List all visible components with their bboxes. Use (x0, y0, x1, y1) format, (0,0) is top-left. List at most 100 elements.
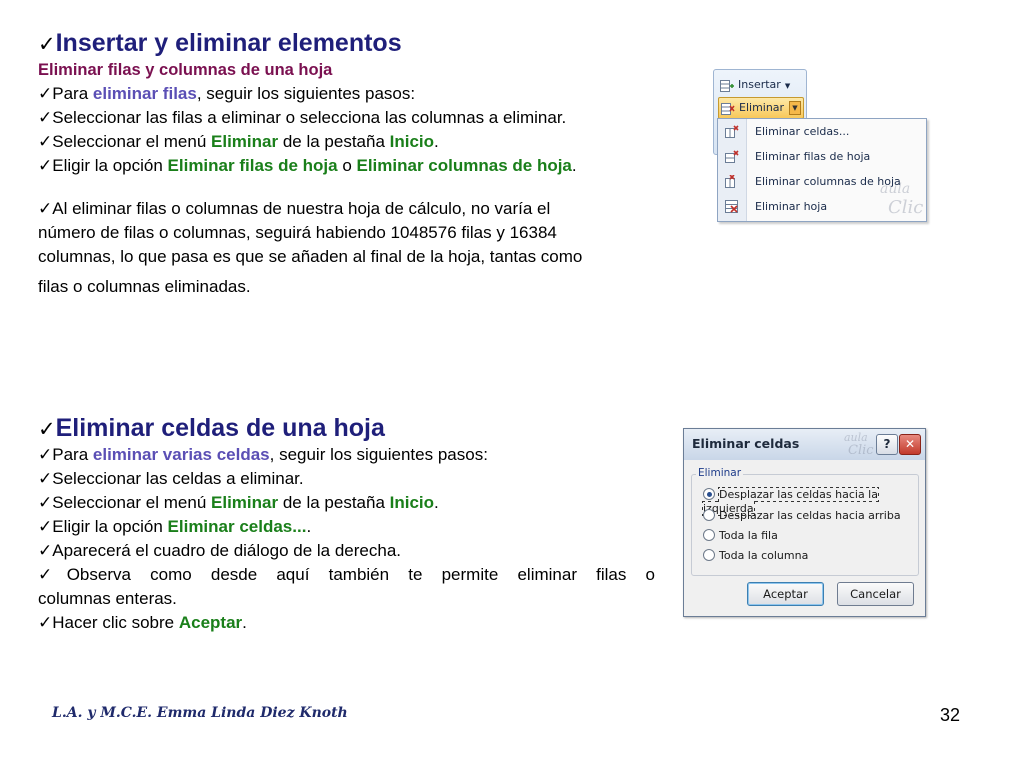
emphasis-text: Aceptar (178, 613, 243, 632)
aulaclic-watermark: Clic (848, 443, 874, 458)
emphasis-text: Eliminar (211, 132, 279, 151)
checkmark-icon: ✓ (38, 469, 53, 489)
text: de la pestaña (278, 493, 390, 512)
text: Seleccionar el menú (52, 493, 212, 512)
delete-dropdown-menu: Eliminar celdas... Eliminar filas de hoj… (717, 118, 927, 222)
checkmark-icon: ✓ (38, 541, 53, 561)
text: . (242, 613, 247, 632)
option-label: Toda la columna (719, 549, 809, 562)
insert-label: Insertar (738, 78, 781, 91)
s2-bullet-4: ✓Eligir la opción Eliminar celdas.... (38, 515, 311, 539)
text: . (571, 156, 577, 175)
radio-icon[interactable] (703, 529, 715, 541)
close-button[interactable]: ✕ (899, 434, 921, 455)
delete-button[interactable]: Eliminar ▼ (718, 97, 804, 119)
s1-paragraph-line-2: número de filas o columnas, seguirá habi… (38, 223, 557, 242)
dialog-title: Eliminar celdas (692, 436, 800, 451)
text: Observa como desde aquí también te permi… (66, 565, 656, 584)
section2-title: ✓Eliminar celdas de una hoja (38, 412, 385, 445)
s1-bullet-4: ✓Eligir la opción Eliminar filas de hoja… (38, 154, 577, 178)
delete-sheet-icon (725, 200, 738, 213)
delete-cells-icon (725, 125, 739, 138)
checkmark-icon: ✓ (38, 493, 53, 513)
text: Hacer clic sobre (52, 613, 179, 632)
section2-title-text: Eliminar celdas de una hoja (55, 414, 385, 442)
author-footer: L.A. y M.C.E. Emma Linda Diez Knoth (52, 705, 348, 721)
emphasis-text: Eliminar filas de hoja (167, 156, 338, 175)
text: Eligir la opción (52, 517, 168, 536)
text: Para (52, 445, 93, 464)
s2-bullet-1: ✓Para eliminar varias celdas, seguir los… (38, 443, 488, 467)
checkmark-icon: ✓ (38, 445, 53, 465)
aulaclic-watermark: aula (880, 181, 911, 197)
text: Seleccionar el menú (52, 132, 212, 151)
text: . (434, 493, 439, 512)
chevron-down-icon[interactable]: ▼ (789, 101, 801, 115)
menu-item-label: Eliminar columnas de hoja (755, 175, 901, 188)
text: de la pestaña (278, 132, 390, 151)
menu-item-delete-rows[interactable]: Eliminar filas de hoja (718, 145, 926, 169)
text: Al eliminar filas o columnas de nuestra … (52, 199, 551, 218)
checkmark-icon: ✓ (38, 84, 53, 104)
text: . (306, 517, 312, 536)
emphasis-text: Eliminar (211, 493, 279, 512)
s2-bullet-3: ✓Seleccionar el menú Eliminar de la pest… (38, 491, 439, 515)
text: Seleccionar las filas a eliminar o selec… (52, 108, 567, 127)
checkmark-icon: ✓ (38, 517, 53, 537)
s1-paragraph-line-3: columnas, lo que pasa es que se añaden a… (38, 247, 583, 266)
insert-icon (720, 79, 734, 92)
radio-icon[interactable] (703, 509, 715, 521)
ok-button[interactable]: Aceptar (747, 582, 824, 606)
checkmark-icon: ✓ (38, 132, 53, 152)
cancel-button[interactable]: Cancelar (837, 582, 914, 606)
s2-bullet-7: ✓Hacer clic sobre Aceptar. (38, 611, 247, 635)
option-entire-row[interactable]: Toda la fila (703, 529, 778, 543)
text: Para (52, 84, 93, 103)
radio-selected-icon[interactable] (703, 488, 715, 500)
emphasis-text: eliminar filas (92, 84, 197, 103)
s2-bullet-6-continued: columnas enteras. (38, 589, 177, 608)
menu-item-delete-cells[interactable]: Eliminar celdas... (718, 120, 926, 144)
text: , seguir los siguientes pasos: (196, 84, 416, 103)
checkmark-icon: ✓ (38, 565, 67, 585)
s1-bullet-2: ✓Seleccionar las filas a eliminar o sele… (38, 106, 566, 130)
insert-button[interactable]: Insertar ▼ (718, 75, 802, 95)
checkmark-icon: ✓ (38, 156, 53, 176)
emphasis-text: eliminar varias celdas (92, 445, 270, 464)
aulaclic-watermark: Clic (888, 197, 924, 218)
section1-subtitle: Eliminar filas y columnas de una hoja (38, 61, 333, 79)
radio-icon[interactable] (703, 549, 715, 561)
menu-item-label: Eliminar filas de hoja (755, 150, 871, 163)
checkmark-icon: ✓ (38, 32, 56, 56)
page-number: 32 (940, 705, 961, 725)
delete-label: Eliminar (739, 101, 785, 114)
menu-item-label: Eliminar celdas... (755, 125, 850, 138)
delete-cells-dialog: Eliminar celdas aula Clic ? ✕ Eliminar D… (683, 428, 926, 617)
option-entire-column[interactable]: Toda la columna (703, 549, 808, 563)
group-label: Eliminar (696, 467, 744, 479)
delete-columns-icon (725, 175, 735, 188)
checkmark-icon: ✓ (38, 199, 53, 219)
emphasis-text: Eliminar celdas... (167, 517, 307, 536)
option-label: Toda la fila (719, 529, 778, 542)
s1-bullet-3: ✓Seleccionar el menú Eliminar de la pest… (38, 130, 439, 154)
option-shift-up[interactable]: Desplazar las celdas hacia arriba (703, 509, 901, 523)
text: Eligir la opción (52, 156, 168, 175)
chevron-down-icon: ▼ (784, 82, 791, 90)
checkmark-icon: ✓ (38, 108, 53, 128)
delete-icon (721, 102, 735, 115)
delete-rows-icon (725, 150, 739, 163)
section1-title-text: Insertar y eliminar elementos (55, 29, 402, 57)
emphasis-text: Eliminar columnas de hoja (356, 156, 572, 175)
emphasis-text: Inicio (389, 493, 435, 512)
text: . (434, 132, 439, 151)
s1-bullet-1: ✓Para eliminar filas, seguir los siguien… (38, 82, 415, 106)
s2-bullet-2: ✓Seleccionar las celdas a eliminar. (38, 467, 304, 491)
checkmark-icon: ✓ (38, 417, 56, 441)
menu-item-label: Eliminar hoja (755, 200, 828, 213)
s1-paragraph-line-4: filas o columnas eliminadas. (38, 277, 251, 296)
help-button[interactable]: ? (876, 434, 898, 455)
option-label: Desplazar las celdas hacia arriba (719, 509, 901, 522)
text: , seguir los siguientes pasos: (269, 445, 488, 464)
text: Seleccionar las celdas a eliminar. (52, 469, 304, 488)
